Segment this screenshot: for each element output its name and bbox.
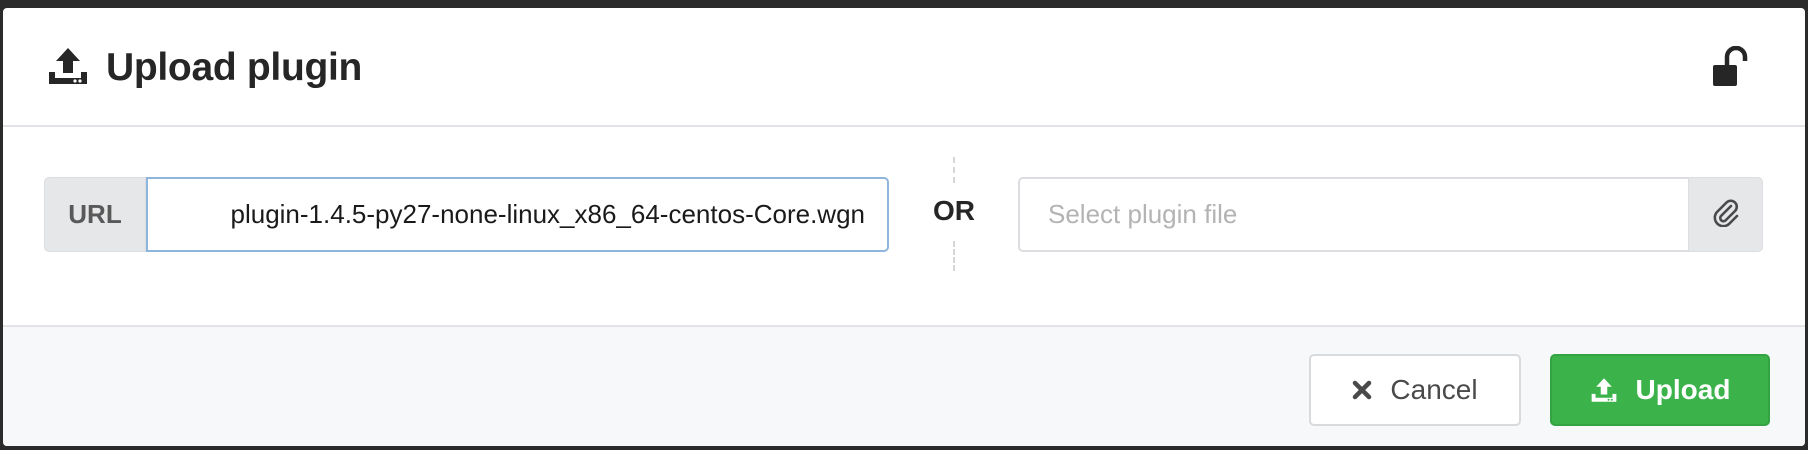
url-input[interactable]	[146, 177, 889, 252]
divider-line-bottom	[953, 241, 955, 271]
file-input-group	[1018, 177, 1763, 252]
upload-icon	[47, 46, 89, 86]
plugin-file-input[interactable]	[1018, 177, 1688, 252]
url-input-group: URL	[44, 177, 889, 252]
modal-title: Upload plugin	[106, 46, 363, 89]
attach-file-button[interactable]	[1688, 177, 1763, 252]
modal-footer: Cancel Upload	[3, 325, 1805, 446]
cancel-button[interactable]: Cancel	[1309, 354, 1521, 426]
paperclip-icon	[1712, 197, 1740, 232]
upload-button[interactable]: Upload	[1550, 354, 1770, 426]
modal-body: URL OR	[3, 127, 1805, 325]
close-icon	[1352, 380, 1372, 400]
modal-header: Upload plugin	[3, 8, 1805, 127]
or-divider: OR	[931, 157, 977, 272]
upload-plugin-modal: Upload plugin URL OR	[3, 8, 1805, 446]
unlocked-lock-icon[interactable]	[1711, 45, 1751, 88]
cancel-label: Cancel	[1390, 374, 1478, 405]
divider-line-top	[953, 157, 955, 183]
upload-icon	[1590, 377, 1618, 403]
or-text: OR	[931, 195, 977, 227]
url-label: URL	[44, 177, 146, 252]
upload-label: Upload	[1635, 374, 1731, 405]
